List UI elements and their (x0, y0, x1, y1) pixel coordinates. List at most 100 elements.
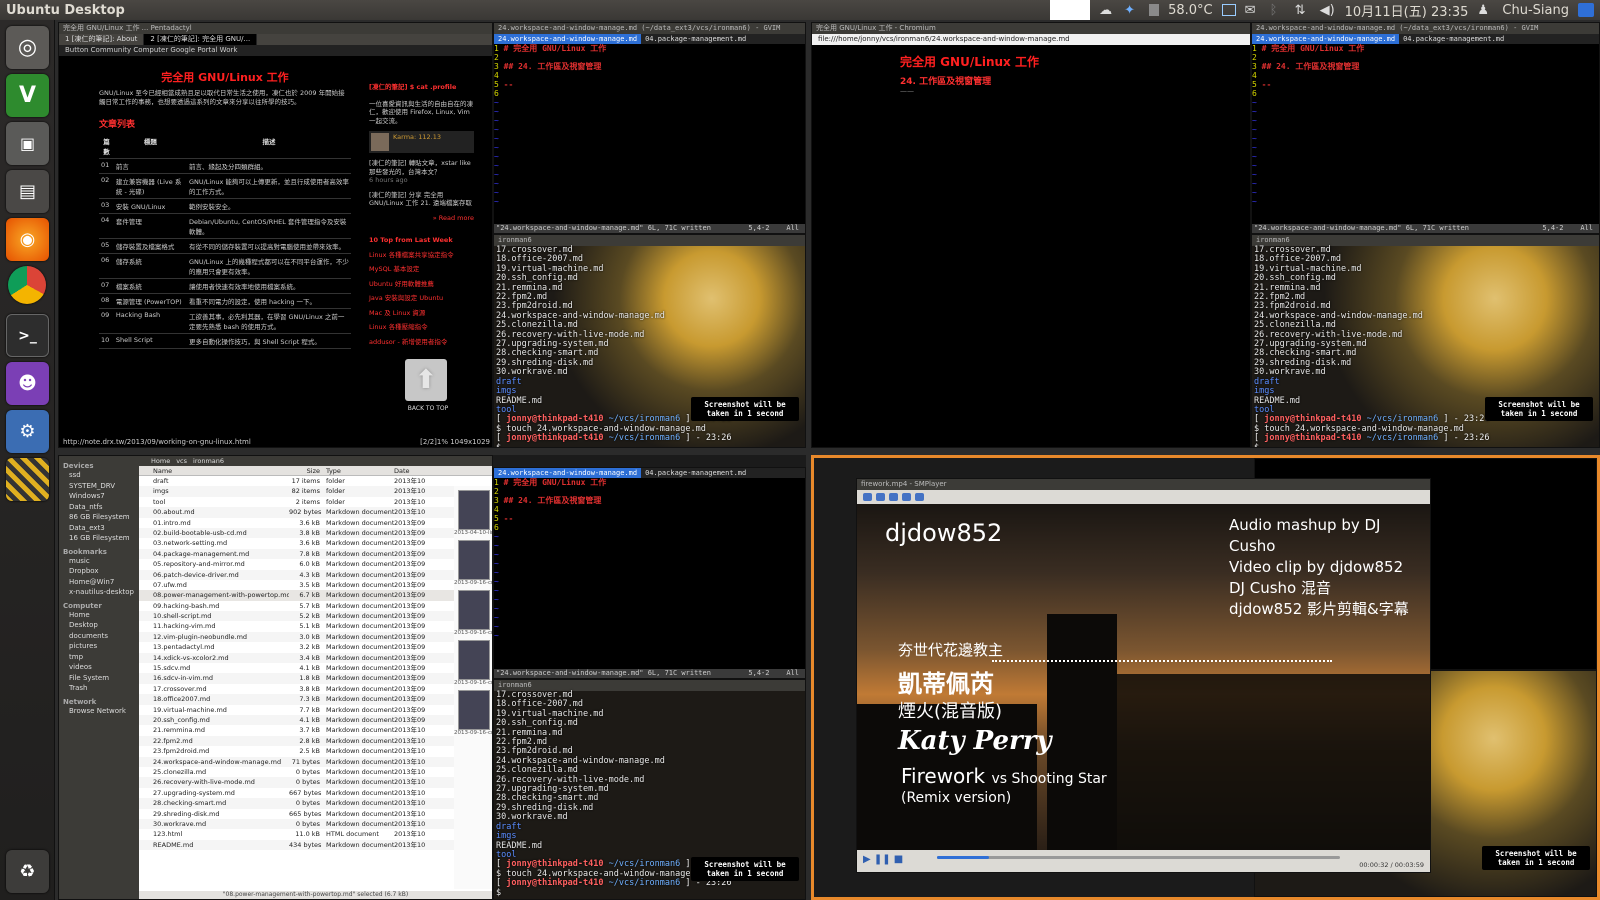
file-row[interactable]: 01.intro.md 3.6 kB Markdown document 2013年0… (139, 518, 492, 528)
settings-icon[interactable] (915, 493, 924, 501)
fullscreen-icon[interactable] (889, 493, 898, 501)
sidebar-item[interactable]: x-nautilus-desktop (63, 587, 135, 598)
sidebar-item[interactable]: documents (63, 631, 135, 642)
gvim-tab-active[interactable]: 24.workspace-and-window-manage.md (494, 468, 642, 478)
sidebar-item[interactable]: 86 GB Filesystem (63, 512, 135, 523)
firefox-titlebar[interactable]: 完全用 GNU/Linux 工作 ... Pentadactyl (59, 23, 492, 34)
article-row[interactable]: 03 安裝 GNU/Linux 範例安裝安全。 (99, 198, 351, 214)
col-size[interactable]: Size (289, 466, 324, 475)
file-row[interactable]: draft 17 items folder 2013年10 (139, 476, 492, 486)
workspace-1[interactable]: 完全用 GNU/Linux 工作 ... Pentadactyl 1 [凍仁的筆… (58, 22, 806, 448)
article-title[interactable]: 電源管理 (PowerTOP) (113, 293, 187, 309)
article-row[interactable]: 07 檔案系統 讓使用者快速有效率地使用檔案系統。 (99, 278, 351, 294)
gvim-tab[interactable]: 04.package-management.md (641, 468, 750, 478)
sidebar-item[interactable]: Windows7 (63, 491, 135, 502)
chromium-url-bar[interactable]: file:///home/jonny/vcs/ironman6/24.works… (812, 34, 1250, 45)
terminal-icon[interactable]: >_ (6, 314, 49, 357)
file-row[interactable]: 11.hacking-vim.md 5.1 kB Markdown document… (139, 621, 492, 631)
vim-buffer[interactable]: 1 # 完全用 GNU/Linux 工作 2 3 ## 24. 工作區及視窗管理 4… (494, 44, 805, 206)
article-title[interactable]: 儲存裝置及檔案格式 (113, 238, 187, 254)
temperature-icon[interactable] (1149, 4, 1160, 16)
file-row[interactable]: 13.pentadactyl.md 3.2 kB Markdown document… (139, 642, 492, 652)
file-row[interactable]: 30.workrave.md 0 bytes Markdown document 20… (139, 818, 492, 830)
network-icon[interactable]: ⇅ (1295, 3, 1311, 18)
smplayer-titlebar[interactable]: firework.mp4 - SMPlayer (857, 479, 1430, 490)
file-row[interactable]: 08.power-management-with-powertop.md 6.7 … (139, 590, 492, 601)
dash-home-icon[interactable]: ◎ (6, 26, 49, 69)
article-title[interactable]: Shell Script (113, 333, 187, 349)
temperature-readout[interactable]: 58.0°C (1168, 3, 1213, 18)
thumbnail[interactable] (458, 640, 490, 680)
top-weekly-item[interactable]: MySQL 基本設定 (369, 265, 474, 274)
top-weekly-item[interactable]: Java 安裝與設定 Ubuntu (369, 294, 474, 303)
back-to-top-button[interactable]: ⬆ (405, 359, 447, 401)
file-row[interactable]: 17.crossover.md 3.8 kB Markdown document 20… (139, 684, 492, 694)
sidebar-item[interactable]: Data_ext3 (63, 523, 135, 534)
file-row[interactable]: 18.office2007.md 7.3 kB Markdown document 2… (139, 694, 492, 705)
screenshot-icon[interactable]: ▣ (6, 122, 49, 165)
user-name[interactable]: Chu-Siang (1502, 3, 1569, 18)
sidebar-item[interactable]: Data_ntfs (63, 502, 135, 513)
bluetooth-icon[interactable]: ᛒ (1270, 3, 1286, 18)
file-row[interactable]: 22.fpm2.md 2.8 kB Markdown document 2013年10 (139, 735, 492, 747)
firefox-icon[interactable]: ◉ (6, 218, 49, 261)
file-row[interactable]: 12.vim-plugin-neobundle.md 3.0 kB Markdown… (139, 631, 492, 643)
article-title[interactable]: 建立兼容機器 (Live 系統 - 光碟) (113, 173, 187, 199)
file-row[interactable]: 25.clonezilla.md 0 bytes Markdown document… (139, 767, 492, 777)
file-row[interactable]: 20.ssh_config.md 4.1 kB Markdown document 2… (139, 714, 492, 726)
gvim-window[interactable]: 24.workspace-and-window-manage.md (~/dat… (493, 22, 806, 234)
open-icon[interactable] (863, 493, 872, 501)
sidebar-item[interactable]: ssd (63, 470, 135, 481)
file-row[interactable]: 123.html 11.0 kB HTML document 2013年10 (139, 829, 492, 839)
bookmarks-toolbar[interactable]: Button Community Computer Google Portal … (59, 45, 492, 56)
article-row[interactable]: 10 Shell Script 更多自動化操作技巧，與 Shell Script 程… (99, 333, 351, 349)
sidebar-item[interactable]: 16 GB Filesystem (63, 533, 135, 544)
article-title[interactable]: 套件管理 (113, 213, 187, 239)
file-row[interactable]: 02.build-bootable-usb-cd.md 3.8 kB Markdow… (139, 527, 492, 539)
sidebar-item[interactable]: music (63, 556, 135, 567)
workspace-4[interactable]: Screenshot will be taken in 1 second fir… (811, 455, 1600, 900)
nautilus-window[interactable]: Devices ssd SYSTEM_DRV Windows7 Data_ntfs 86 … (58, 455, 493, 900)
top-weekly-item[interactable]: Mac 及 Linux 資源 (369, 309, 474, 318)
info-icon[interactable] (902, 493, 911, 501)
sidebar-item[interactable]: videos (63, 662, 135, 673)
vim-buffer[interactable]: 1 # 完全用 GNU/Linux 工作 2 3 ## 24. 工作區及視窗管理 4… (494, 478, 805, 640)
file-row[interactable]: 05.repository-and-mirror.md 6.0 kB Markdow… (139, 559, 492, 569)
sidebar-item[interactable]: Home@Win7 (63, 577, 135, 588)
file-row[interactable]: 07.ufw.md 3.5 kB Markdown document 2013年09 (139, 580, 492, 590)
file-row[interactable]: 23.fpm2droid.md 2.5 kB Markdown document 20… (139, 746, 492, 756)
workspace-2[interactable]: 完全用 GNU/Linux 工作 - Chromium file:///home… (811, 22, 1600, 448)
file-row[interactable]: 00.about.md 902 bytes Markdown document 201… (139, 507, 492, 518)
seek-bar[interactable] (937, 856, 1340, 859)
sidebar-item[interactable]: pictures (63, 641, 135, 652)
read-more-link[interactable]: » Read more (369, 214, 474, 223)
article-row[interactable]: 04 套件管理 Debian/Ubuntu, CentOS/RHEL 套件管理指令及… (99, 213, 351, 239)
article-row[interactable]: 02 建立兼容機器 (Live 系統 - 光碟) GNU/Linux 能夠可以上傳更… (99, 173, 351, 199)
article-title[interactable]: 安裝 GNU/Linux (113, 198, 187, 214)
article-title[interactable]: Hacking Bash (113, 308, 187, 334)
playlist-icon[interactable] (876, 493, 885, 501)
system-settings-icon[interactable]: ⚙ (6, 410, 49, 453)
file-row[interactable]: 15.sdcv.md 4.1 kB Markdown document 2013年09 (139, 663, 492, 673)
file-row[interactable]: 27.upgrading-system.md 667 bytes Markdown … (139, 788, 492, 798)
gvim-window[interactable]: 24.workspace-and-window-manage.md (~/dat… (1251, 22, 1600, 234)
gvim-titlebar[interactable]: 24.workspace-and-window-manage.md (~/dat… (1252, 23, 1599, 34)
thumbnail[interactable] (458, 540, 490, 580)
gvim-tab[interactable]: 04.package-management.md (641, 34, 750, 44)
file-row[interactable]: tool 2 items folder 2013年10 (139, 497, 492, 507)
path-vcs[interactable]: vcs (176, 456, 187, 466)
col-name[interactable]: Name (139, 466, 289, 475)
file-row[interactable]: 26.recovery-with-live-mode.md 0 bytes Mark… (139, 777, 492, 788)
play-icon[interactable]: ▶ ❚❚ ■ (863, 854, 903, 865)
chrome-icon[interactable] (8, 266, 46, 304)
gvim-window[interactable]: 24.workspace-and-window-manage.md 04.pac… (493, 467, 806, 679)
firefox-tab[interactable]: 1 [凍仁的筆記]: About (59, 34, 145, 45)
file-row[interactable]: 29.shreding-disk.md 665 bytes Markdown doc… (139, 809, 492, 819)
terminal-window[interactable]: ironman6 17.crossover.md 18.office-2007.m… (493, 679, 806, 900)
file-row[interactable]: 19.virtual-machine.md 7.7 kB Markdown docu… (139, 705, 492, 715)
sidebar-item[interactable]: Browse Network (63, 706, 135, 717)
gvim-titlebar[interactable]: 24.workspace-and-window-manage.md (~/dat… (494, 23, 805, 34)
thumbnail[interactable] (458, 690, 490, 730)
vim-icon[interactable]: V (6, 74, 49, 117)
side-post[interactable]: [凍仁的筆記] 轉貼文章，xstar like 那些發光的，台灣本文？ (369, 159, 474, 176)
